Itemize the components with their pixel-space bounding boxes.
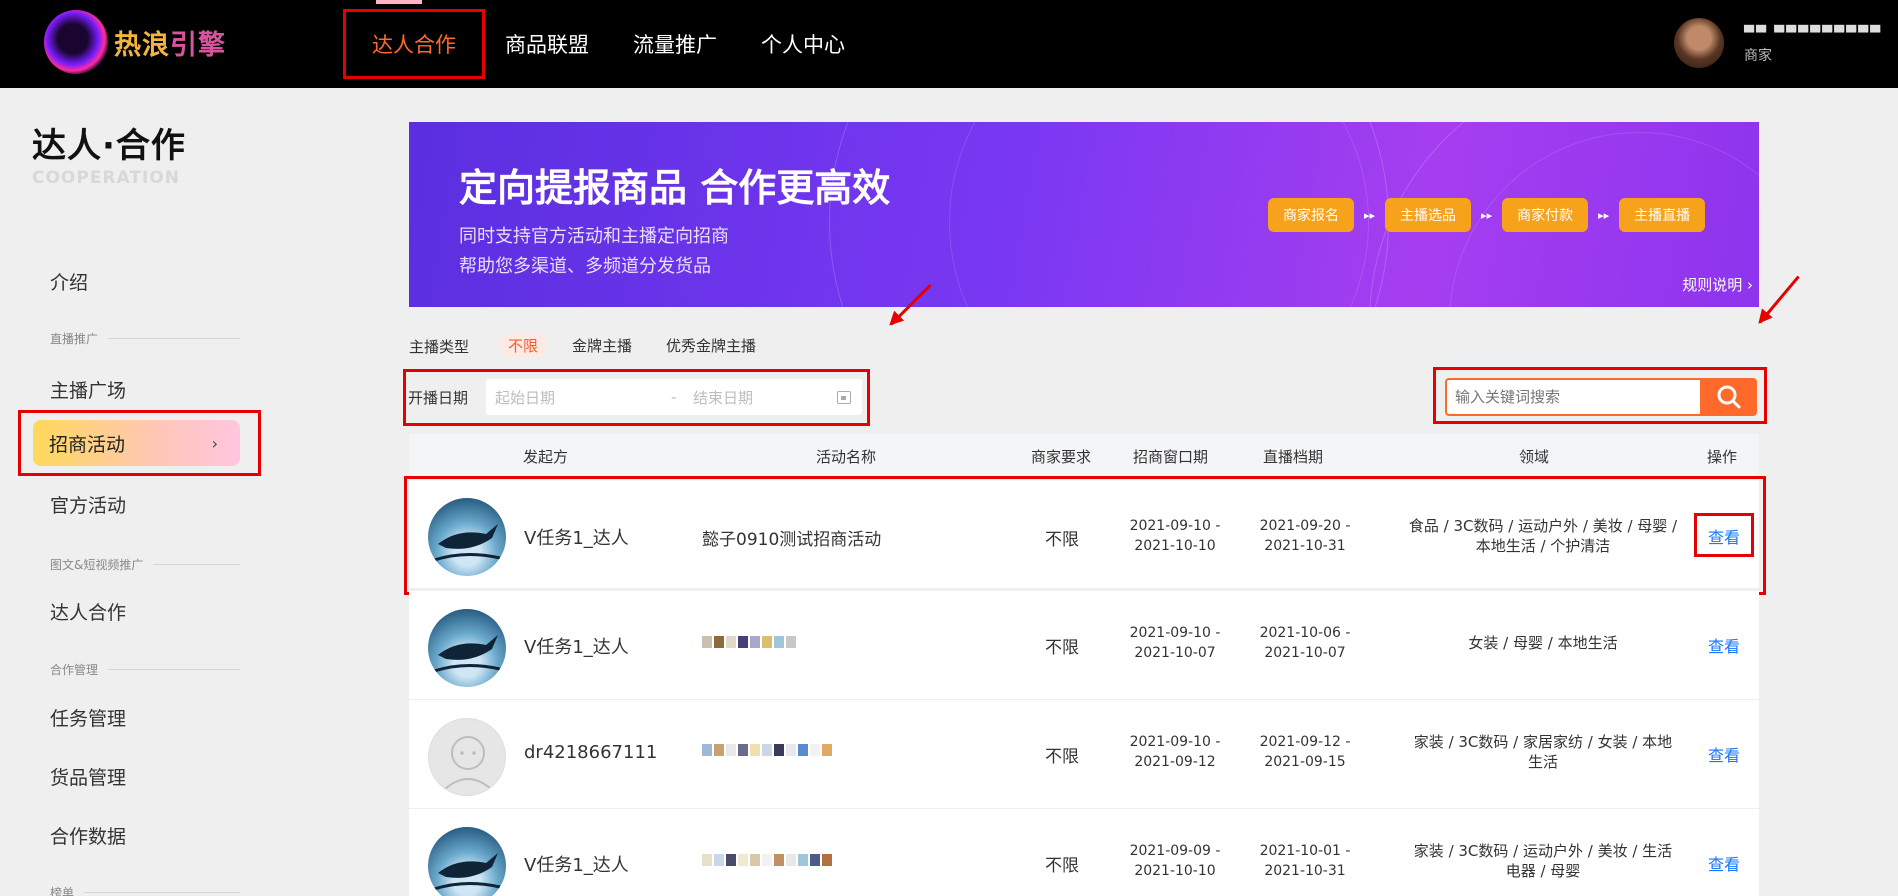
col-field: 领域	[1519, 448, 1550, 466]
view-link[interactable]: 查看	[1708, 633, 1740, 657]
calendar-icon[interactable]	[837, 390, 851, 404]
activity-name-redacted	[702, 636, 796, 648]
process-steps: 商家报名 ▸▸ 主播选品 ▸▸ 商家付款 ▸▸ 主播直播	[1268, 198, 1706, 232]
table-header: 发起方 活动名称 商家要求 招商窗口期 直播档期 领域 操作	[409, 434, 1759, 478]
sidebar-item-recruit-label: 招商活动	[49, 433, 126, 456]
category-field: 家装 / 3C数码 / 家居家纺 / 女装 / 本地 生活	[1413, 733, 1673, 771]
nav-traffic-promotion[interactable]: 流量推广	[633, 29, 717, 59]
step-anchor-select: 主播选品	[1385, 198, 1472, 232]
view-link[interactable]: 查看	[1708, 742, 1740, 766]
logo-orb-icon	[44, 10, 108, 74]
highlight-box-row	[404, 476, 1766, 595]
user-avatar[interactable]	[1674, 18, 1724, 68]
search-input[interactable]	[1445, 378, 1700, 416]
user-name: ▀▀ ▀▀▀▀▀▀▀▀▀	[1744, 26, 1883, 41]
recruit-window: 2021-09-10 -2021-10-07	[1129, 625, 1221, 661]
initiator-avatar	[428, 609, 506, 687]
anchor-type-gold[interactable]: 金牌主播	[572, 335, 632, 356]
date-range-picker[interactable]: 起始日期 - 结束日期	[486, 379, 862, 415]
search-button[interactable]	[1700, 378, 1757, 416]
live-schedule: 2021-10-01 -2021-10-31	[1259, 843, 1351, 879]
date-separator: -	[671, 388, 677, 406]
initiator-name: V任务1_达人	[524, 637, 629, 658]
merchant-requirement: 不限	[1045, 856, 1079, 876]
promo-banner: 定向提报商品 合作更高效 同时支持官方活动和主播定向招商 帮助您多渠道、多频道分…	[409, 122, 1759, 307]
col-initiator: 发起方	[523, 448, 569, 466]
sidebar-item-recruit[interactable]: 招商活动 ›	[33, 420, 240, 466]
step-merchant-pay: 商家付款	[1502, 198, 1589, 232]
sidebar-group-content: 图文&短视频推广	[50, 556, 240, 573]
user-info: ▀▀ ▀▀▀▀▀▀▀▀▀ 商家	[1744, 26, 1882, 65]
brand-name: 热浪引擎	[114, 29, 226, 61]
col-activity: 活动名称	[816, 448, 877, 466]
col-requirement: 商家要求	[1031, 448, 1092, 466]
initiator-name: dr4218667111	[524, 742, 658, 763]
live-date-label: 开播日期	[408, 389, 469, 407]
col-action: 操作	[1707, 448, 1738, 466]
chevron-right-icon: ›	[1747, 276, 1753, 294]
search-icon	[1717, 385, 1740, 409]
step-anchor-live: 主播直播	[1619, 198, 1706, 232]
sidebar-group-ranking: 榜单	[50, 884, 240, 896]
activity-name-redacted	[702, 854, 832, 866]
search-bar	[1445, 378, 1757, 416]
main-nav: 达人合作 商品联盟 流量推广 个人中心	[343, 0, 889, 88]
step-merchant-signup: 商家报名	[1268, 198, 1354, 232]
live-schedule: 2021-09-12 -2021-09-15	[1259, 734, 1351, 770]
rules-link[interactable]: 规则说明 ›	[1682, 274, 1753, 295]
sidebar-item-official[interactable]: 官方活动	[50, 491, 126, 518]
nav-product-alliance[interactable]: 商品联盟	[505, 29, 589, 59]
sidebar-item-data[interactable]: 合作数据	[50, 822, 126, 849]
category-field: 家装 / 3C数码 / 运动户外 / 美妆 / 生活 电器 / 母婴	[1413, 842, 1673, 880]
initiator-name: V任务1_达人	[524, 855, 629, 876]
sidebar-item-goods[interactable]: 货品管理	[50, 763, 126, 790]
end-date-input[interactable]: 结束日期	[693, 387, 837, 408]
sidebar-group-live: 直播推广	[50, 330, 240, 347]
user-menu[interactable]: ▀▀ ▀▀▀▀▀▀▀▀▀ 商家	[1674, 18, 1882, 68]
banner-title: 定向提报商品 合作更高效	[459, 166, 891, 210]
table-row: V任务1_达人 不限 2021-09-10 -2021-10-07 2021-1…	[409, 591, 1759, 700]
activity-name-redacted	[702, 744, 832, 756]
merchant-requirement: 不限	[1045, 747, 1079, 767]
brand-logo[interactable]: 热浪引擎	[44, 10, 226, 74]
table-row: dr4218667111 不限 2021-09-10 -2021-09-12 2…	[409, 700, 1759, 809]
live-schedule: 2021-10-06 -2021-10-07	[1259, 625, 1351, 661]
recruit-window: 2021-09-09 -2021-10-10	[1129, 843, 1221, 879]
sidebar-item-tasks[interactable]: 任务管理	[50, 704, 126, 731]
initiator-avatar	[428, 827, 506, 896]
sidebar-item-talent[interactable]: 达人合作	[50, 598, 126, 625]
sidebar-title: 达人·合作	[32, 126, 186, 166]
sidebar-item-anchor-square[interactable]: 主播广场	[50, 376, 126, 403]
default-avatar-icon	[428, 718, 506, 796]
top-bar: 热浪引擎 达人合作 商品联盟 流量推广 个人中心 ▀▀ ▀▀▀▀▀▀▀▀▀ 商家	[0, 0, 1898, 88]
banner-desc: 同时支持官方活动和主播定向招商 帮助您多渠道、多频道分发货品	[459, 226, 729, 277]
anchor-type-any[interactable]: 不限	[500, 334, 547, 357]
category-field: 女装 / 母婴 / 本地生活	[1468, 634, 1618, 652]
anchor-type-label: 主播类型	[409, 338, 470, 356]
col-window: 招商窗口期	[1133, 448, 1209, 466]
highlight-box-view	[1694, 513, 1754, 557]
recruit-window: 2021-09-10 -2021-09-12	[1129, 734, 1221, 770]
merchant-requirement: 不限	[1045, 638, 1079, 658]
annotation-arrow-search	[1758, 275, 1800, 324]
col-live-schedule: 直播档期	[1263, 448, 1324, 466]
start-date-input[interactable]: 起始日期	[495, 387, 671, 408]
nav-personal-center[interactable]: 个人中心	[761, 29, 845, 59]
chevron-right-icon: ›	[211, 433, 218, 453]
sidebar-group-manage: 合作管理	[50, 661, 240, 678]
view-link[interactable]: 查看	[1708, 851, 1740, 875]
sidebar-subtitle: COOPERATION	[32, 168, 180, 188]
double-arrow-icon: ▸▸	[1598, 208, 1610, 222]
double-arrow-icon: ▸▸	[1481, 208, 1493, 222]
table-row: V任务1_达人 不限 2021-09-09 -2021-10-10 2021-1…	[409, 809, 1759, 896]
sidebar-item-intro[interactable]: 介绍	[50, 268, 88, 295]
anchor-type-excellent-gold[interactable]: 优秀金牌主播	[666, 335, 756, 356]
nav-talent-cooperation[interactable]: 达人合作	[343, 0, 485, 79]
user-role: 商家	[1744, 48, 1772, 64]
double-arrow-icon: ▸▸	[1364, 208, 1376, 222]
